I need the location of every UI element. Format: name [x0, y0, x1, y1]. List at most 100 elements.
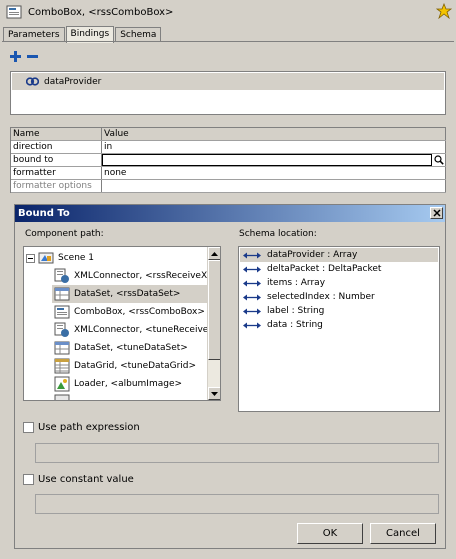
combobox-icon — [54, 305, 70, 319]
add-binding-button[interactable] — [9, 50, 22, 63]
property-name: formatter options — [11, 180, 102, 192]
tree-node-label: DataSet, <rssDataSet> — [74, 289, 181, 299]
tree-node-label: Loader, <albumImage> — [74, 379, 183, 389]
tree-node-label: ComboBox, <rssComboBox> — [74, 307, 205, 317]
bindings-toolbar — [9, 50, 39, 63]
tree-node-label: XMLConnector, <rssReceiveXMl — [74, 271, 218, 281]
bidirectional-arrow-icon — [243, 308, 261, 314]
bindings-list: dataProvider — [10, 71, 446, 115]
search-icon — [433, 155, 444, 165]
tab-divider — [2, 41, 454, 42]
tree-node-label: Scene 1 — [58, 253, 95, 263]
xmlconnector-icon — [54, 268, 69, 283]
property-value — [102, 180, 446, 192]
tree-node[interactable]: DataSet, <tuneDataSet> — [54, 339, 188, 357]
browse-button[interactable] — [432, 154, 445, 166]
header-value: Value — [102, 128, 446, 140]
property-row-direction[interactable]: direction in — [11, 141, 446, 154]
close-button[interactable] — [430, 207, 443, 219]
cancel-button[interactable]: Cancel — [370, 523, 436, 544]
tab-parameters[interactable]: Parameters — [3, 27, 65, 42]
scroll-up-button[interactable] — [208, 247, 220, 260]
tree-node[interactable]: XMLConnector, <tuneReceiveXl — [54, 321, 217, 339]
binding-item[interactable]: dataProvider — [12, 73, 444, 90]
constant-value-field — [35, 494, 439, 514]
tree-node[interactable]: ComboBox, <rssComboBox> — [54, 303, 205, 321]
component-tree: Scene 1 XMLConnector, <rssReceiveXMl Dat… — [23, 246, 221, 401]
schema-item-label: selectedIndex : Number — [267, 292, 375, 302]
bound-to-input[interactable] — [102, 154, 432, 166]
bidirectional-arrow-icon — [243, 294, 261, 300]
tree-node[interactable]: Loader, <albumImage> — [54, 375, 182, 393]
tab-schema[interactable]: Schema — [115, 27, 162, 42]
scene-icon — [38, 252, 54, 264]
ok-button[interactable]: OK — [297, 523, 363, 544]
panel-title: ComboBox, <rssComboBox> — [28, 6, 174, 18]
close-icon — [432, 209, 441, 217]
remove-binding-button[interactable] — [26, 50, 39, 63]
tab-strip: Parameters Bindings Schema — [3, 25, 162, 43]
schema-item[interactable]: data : String — [240, 318, 438, 332]
scroll-down-button[interactable] — [208, 387, 220, 400]
schema-item[interactable]: items : Array — [240, 276, 438, 290]
property-value-cell — [102, 154, 446, 166]
bidirectional-arrow-icon — [243, 252, 261, 258]
property-name: formatter — [11, 167, 102, 179]
tree-node[interactable]: XMLConnector, <rssReceiveXMl — [54, 267, 217, 285]
component-icon — [54, 394, 70, 400]
tree-node-label: DataGrid, <tuneDataGrid> — [74, 361, 197, 371]
dialog-title: Bound To — [18, 208, 70, 219]
property-row-formatter-options: formatter options — [11, 180, 446, 193]
panel-titlebar: ComboBox, <rssComboBox> — [0, 0, 456, 24]
use-constant-value-checkbox[interactable] — [23, 474, 34, 485]
schema-item[interactable]: selectedIndex : Number — [240, 290, 438, 304]
loader-icon — [54, 376, 70, 392]
schema-location-list: dataProvider : Array deltaPacket : Delta… — [238, 246, 440, 412]
tree-node-partial — [54, 393, 74, 400]
bidirectional-arrow-icon — [243, 280, 261, 286]
use-path-expression-checkbox[interactable] — [23, 422, 34, 433]
use-constant-value-label: Use constant value — [38, 474, 134, 485]
dialog-titlebar: Bound To — [15, 205, 445, 222]
arrow-up-icon — [211, 251, 218, 256]
scroll-thumb[interactable] — [208, 260, 220, 360]
property-name: direction — [11, 141, 102, 153]
property-value[interactable]: in — [102, 141, 446, 153]
schema-item-label: dataProvider : Array — [267, 250, 358, 260]
combobox-icon — [6, 5, 22, 19]
binding-properties-grid: Name Value direction in bound to formatt… — [10, 127, 446, 193]
use-path-expression-label: Use path expression — [38, 422, 140, 433]
schema-item-selected[interactable]: dataProvider : Array — [240, 248, 438, 262]
binding-icon — [26, 77, 39, 86]
path-expression-field — [35, 443, 439, 463]
tree-node-selected[interactable]: DataSet, <rssDataSet> — [52, 285, 207, 303]
property-row-formatter[interactable]: formatter none — [11, 167, 446, 180]
datagrid-icon — [54, 358, 70, 374]
header-name: Name — [11, 128, 102, 140]
tree-node-label: XMLConnector, <tuneReceiveXl — [74, 325, 218, 335]
tree-node-label: DataSet, <tuneDataSet> — [74, 343, 188, 353]
schema-location-label: Schema location: — [239, 229, 317, 239]
tree-scrollbar[interactable] — [207, 247, 220, 400]
bound-to-dialog: Bound To Component path: Schema location… — [14, 204, 446, 549]
property-row-bound-to[interactable]: bound to — [11, 154, 446, 167]
schema-item-label: deltaPacket : DeltaPacket — [267, 264, 382, 274]
property-value[interactable]: none — [102, 167, 446, 179]
bidirectional-arrow-icon — [243, 322, 261, 328]
xmlconnector-icon — [54, 322, 69, 337]
arrow-down-icon — [211, 391, 218, 396]
pin-icon[interactable] — [436, 3, 452, 19]
binding-label: dataProvider — [44, 76, 102, 87]
tree-node[interactable]: DataGrid, <tuneDataGrid> — [54, 357, 196, 375]
dataset-icon — [54, 341, 70, 355]
collapse-icon[interactable] — [26, 253, 35, 263]
component-path-label: Component path: — [25, 229, 104, 239]
tree-node-scene[interactable]: Scene 1 — [26, 249, 94, 267]
schema-item[interactable]: deltaPacket : DeltaPacket — [240, 262, 438, 276]
bidirectional-arrow-icon — [243, 266, 261, 272]
schema-item-label: label : String — [267, 306, 325, 316]
dataset-icon — [54, 287, 70, 301]
schema-item[interactable]: label : String — [240, 304, 438, 318]
property-name: bound to — [11, 154, 102, 166]
grid-header: Name Value — [11, 128, 446, 141]
